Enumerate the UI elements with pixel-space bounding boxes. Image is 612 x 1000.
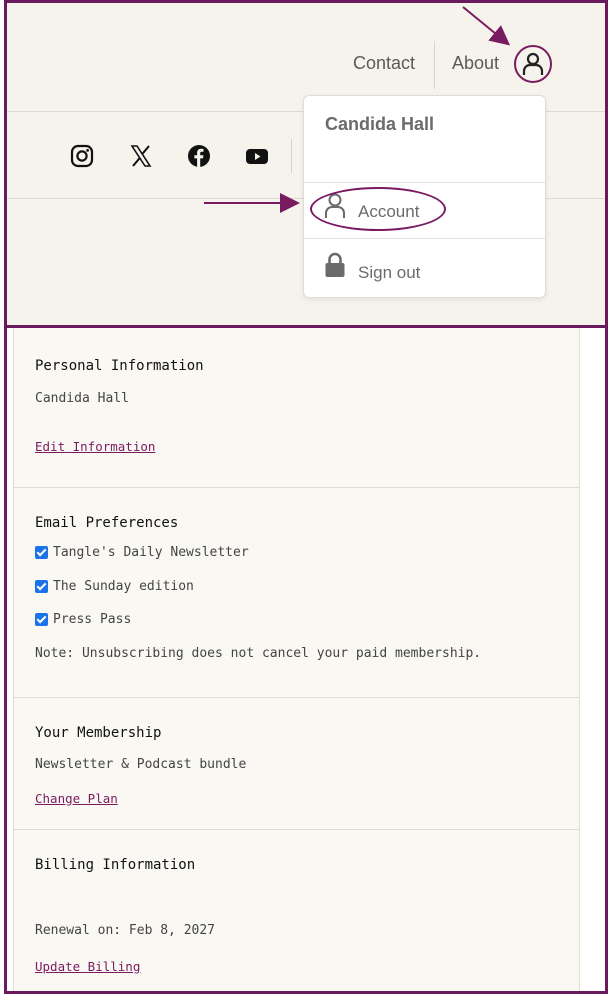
checkbox[interactable] bbox=[35, 580, 48, 593]
checkbox-label: The Sunday edition bbox=[53, 579, 194, 594]
site-header-panel: Contact About Candida Hall Account Sign … bbox=[4, 0, 608, 328]
account-page-panel: Personal Information Candida Hall Edit I… bbox=[4, 325, 608, 994]
email-preferences-section: Email Preferences Tangle's Daily Newslet… bbox=[14, 488, 579, 698]
unsubscribe-note: Note: Unsubscribing does not cancel your… bbox=[35, 646, 482, 661]
menu-item-label: Sign out bbox=[358, 263, 421, 282]
instagram-icon[interactable] bbox=[70, 144, 94, 168]
membership-section: Your Membership Newsletter & Podcast bun… bbox=[14, 698, 579, 830]
user-full-name: Candida Hall bbox=[35, 391, 129, 406]
section-heading: Email Preferences bbox=[35, 515, 179, 531]
membership-plan: Newsletter & Podcast bundle bbox=[35, 757, 247, 772]
checkbox-label: Press Pass bbox=[53, 612, 132, 627]
edit-information-link[interactable]: Edit Information bbox=[35, 439, 155, 454]
account-content: Personal Information Candida Hall Edit I… bbox=[13, 328, 580, 991]
menu-user-name: Candida Hall bbox=[325, 114, 435, 134]
change-plan-link[interactable]: Change Plan bbox=[35, 791, 118, 806]
user-account-button[interactable] bbox=[514, 45, 552, 83]
facebook-icon[interactable] bbox=[187, 144, 211, 168]
youtube-icon[interactable] bbox=[245, 144, 269, 168]
menu-item-sign-out[interactable]: Sign out bbox=[304, 239, 545, 295]
checkbox[interactable] bbox=[35, 613, 48, 626]
highlight-ellipse bbox=[310, 187, 446, 231]
checkbox-label: Tangle's Daily Newsletter bbox=[53, 545, 249, 560]
lock-icon bbox=[325, 252, 345, 277]
update-billing-link[interactable]: Update Billing bbox=[35, 959, 140, 974]
nav-divider bbox=[434, 41, 435, 89]
nav-about-link[interactable]: About bbox=[452, 53, 499, 74]
user-icon bbox=[522, 52, 544, 75]
menu-item-account[interactable]: Account bbox=[304, 183, 545, 239]
user-dropdown-menu: Candida Hall Account Sign out bbox=[303, 95, 546, 298]
nav-contact-link[interactable]: Contact bbox=[353, 53, 415, 74]
x-icon[interactable] bbox=[129, 144, 153, 168]
section-heading: Billing Information bbox=[35, 857, 196, 873]
social-divider bbox=[291, 139, 292, 173]
personal-information-section: Personal Information Candida Hall Edit I… bbox=[14, 328, 579, 488]
section-heading: Personal Information bbox=[35, 358, 204, 374]
renewal-date: Renewal on: Feb 8, 2027 bbox=[35, 923, 216, 938]
checkbox[interactable] bbox=[35, 546, 48, 559]
billing-section: Billing Information Renewal on: Feb 8, 2… bbox=[14, 830, 579, 991]
section-heading: Your Membership bbox=[35, 725, 162, 741]
